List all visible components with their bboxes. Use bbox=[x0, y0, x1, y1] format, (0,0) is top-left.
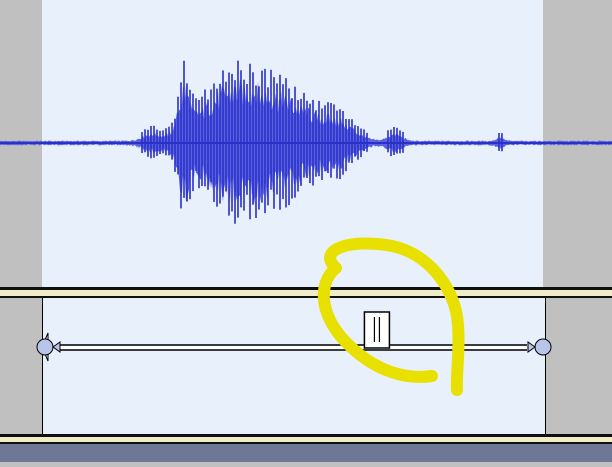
track-separator-shadow bbox=[0, 296, 612, 298]
bottom-separator-highlight bbox=[0, 437, 612, 442]
envelope-panel-selection bbox=[42, 298, 545, 434]
bottom-separator bbox=[0, 434, 612, 437]
next-track-strip bbox=[0, 444, 612, 462]
slider-thumb[interactable] bbox=[363, 311, 391, 349]
track-canvas bbox=[0, 0, 612, 462]
track-separator-highlight bbox=[0, 290, 612, 296]
track-separator bbox=[0, 287, 612, 290]
audio-editor-view bbox=[0, 0, 612, 462]
bottom-separator-shadow bbox=[0, 442, 612, 444]
